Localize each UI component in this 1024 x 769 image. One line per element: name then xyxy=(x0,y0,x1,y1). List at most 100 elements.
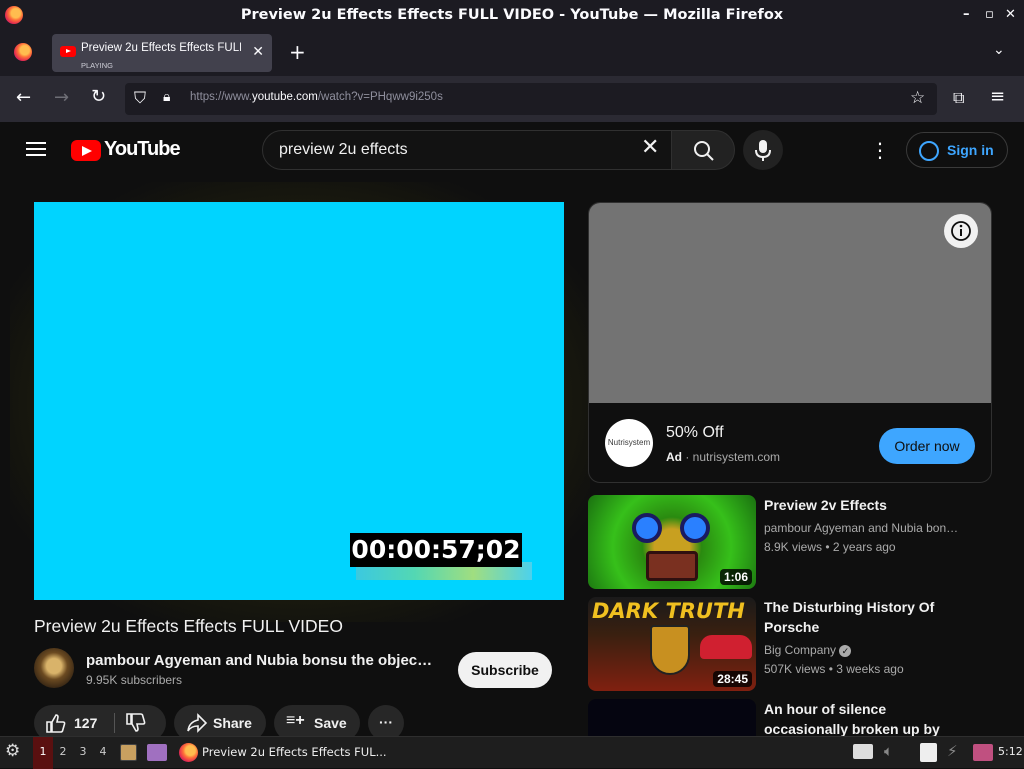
ad-sponsor-line: Ad · nutrisystem.com xyxy=(666,450,781,464)
more-horizontal-icon: ··· xyxy=(379,714,393,730)
video-meta: 8.9K views • 2 years ago xyxy=(764,540,896,554)
minimize-button[interactable]: – xyxy=(963,7,970,22)
youtube-favicon-icon xyxy=(60,46,76,57)
start-menu-icon[interactable]: ⚙ xyxy=(5,741,20,761)
video-title[interactable]: Preview 2v Effects xyxy=(764,495,974,515)
guide-menu-icon[interactable] xyxy=(26,142,46,156)
workspace-3[interactable]: 3 xyxy=(73,737,93,769)
list-tabs-chevron-icon[interactable]: ⌄ xyxy=(993,42,1005,58)
file-manager-icon[interactable] xyxy=(120,744,137,761)
video-title[interactable]: An hour of silence occasionally broken u… xyxy=(764,699,974,736)
clipboard-icon[interactable] xyxy=(920,743,937,762)
video-title[interactable]: The Disturbing History Of Porsche xyxy=(764,597,974,637)
order-now-button[interactable]: Order now xyxy=(879,428,975,464)
subscriber-count: 9.95K subscribers xyxy=(86,673,183,687)
recommended-video[interactable]: An hour of silence occasionally broken u… xyxy=(588,699,992,736)
share-icon xyxy=(187,713,208,733)
youtube-logo-text[interactable]: YouTube xyxy=(104,138,181,161)
terminal-icon[interactable] xyxy=(147,744,167,761)
tracking-shield-icon[interactable]: ⛉ xyxy=(134,88,146,108)
app-menu-icon[interactable]: ≡ xyxy=(990,86,1005,107)
tab-youtube[interactable]: Preview 2u Effects Effects FULL VIDEO - … xyxy=(52,34,272,72)
settings-more-icon[interactable]: ⋮ xyxy=(870,138,890,162)
video-player[interactable]: 00:00:57;02 xyxy=(34,202,564,600)
search-box[interactable]: preview 2u effects ✕ xyxy=(262,130,672,170)
like-count: 127 xyxy=(74,715,98,731)
desktop-taskbar: ⚙ 1 2 3 4 Preview 2u Effects Effects FUL… xyxy=(0,736,1024,769)
network-icon[interactable]: ⚡︎ xyxy=(947,742,958,760)
save-playlist-icon: ≡+ xyxy=(286,712,305,729)
recommended-video[interactable]: DARK TRUTH 28:45 The Disturbing History … xyxy=(588,597,992,691)
share-button[interactable]: Share xyxy=(174,705,266,736)
video-title: Preview 2u Effects Effects FULL VIDEO xyxy=(34,616,343,636)
save-button[interactable]: ≡+ Save xyxy=(274,705,360,736)
search-input[interactable]: preview 2u effects xyxy=(279,141,408,159)
extensions-icon[interactable]: ⧉ xyxy=(953,88,964,108)
microphone-icon xyxy=(755,140,771,161)
video-thumbnail[interactable]: 1:06 xyxy=(588,495,756,589)
ad-badge: Ad xyxy=(666,450,682,464)
ad-title[interactable]: 50% Off xyxy=(666,424,724,442)
video-duration: 28:45 xyxy=(713,671,752,687)
window-title: Preview 2u Effects Effects FULL VIDEO - … xyxy=(240,7,784,23)
screenshot-icon[interactable] xyxy=(973,744,993,761)
porsche-crest-icon xyxy=(650,625,690,675)
youtube-masthead: YouTube preview 2u effects ✕ ⋮ Sign in xyxy=(0,122,1024,178)
lock-icon[interactable]: 🔒︎ xyxy=(163,89,170,105)
navigation-toolbar: ← → ↻ ⛉ 🔒︎ https://www.youtube.com/watch… xyxy=(0,76,1024,122)
firefox-view-icon[interactable] xyxy=(14,43,32,61)
video-channel[interactable]: pambour Agyeman and Nubia bonsu the obje… xyxy=(764,521,964,535)
advertiser-logo[interactable]: Nutrisystem xyxy=(605,419,653,467)
car-icon xyxy=(700,635,752,659)
workspace-4[interactable]: 4 xyxy=(93,737,113,769)
youtube-logo-icon[interactable] xyxy=(71,140,101,161)
verified-icon: ✓ xyxy=(839,645,852,657)
back-button[interactable]: ← xyxy=(16,87,31,108)
bookmark-star-icon[interactable]: ☆ xyxy=(910,88,925,108)
volume-icon[interactable]: 🔈︎ xyxy=(884,742,893,760)
tab-strip: Preview 2u Effects Effects FULL VIDEO - … xyxy=(0,30,1024,76)
ad-info-button[interactable] xyxy=(944,214,978,248)
workspace-2[interactable]: 2 xyxy=(53,737,73,769)
url-text[interactable]: https://www.youtube.com/watch?v=PHqww9i2… xyxy=(190,91,443,103)
voice-search-button[interactable] xyxy=(743,130,783,170)
search-button[interactable] xyxy=(671,130,735,170)
maximize-button[interactable]: ▫ xyxy=(985,7,994,22)
tab-status: PLAYING xyxy=(81,61,113,70)
like-button[interactable]: 127 xyxy=(34,705,114,736)
more-actions-button[interactable]: ··· xyxy=(368,705,404,736)
channel-avatar[interactable] xyxy=(34,648,74,688)
video-meta: 507K views • 3 weeks ago xyxy=(764,662,904,676)
clear-search-icon[interactable]: ✕ xyxy=(641,135,659,160)
sign-in-button[interactable]: Sign in xyxy=(906,132,1008,168)
video-thumbnail[interactable] xyxy=(588,699,756,736)
share-label: Share xyxy=(213,715,252,731)
taskbar-firefox-window[interactable]: Preview 2u Effects Effects FUL... xyxy=(176,740,387,766)
channel-name[interactable]: pambour Agyeman and Nubia bonsu the obje… xyxy=(86,652,436,669)
taskbar-window-title: Preview 2u Effects Effects FUL... xyxy=(202,745,387,759)
firefox-icon xyxy=(5,6,23,24)
thumbnail-eyes xyxy=(632,513,712,543)
drive-icon[interactable] xyxy=(853,744,873,759)
ad-card[interactable]: Nutrisystem 50% Off Ad · nutrisystem.com… xyxy=(588,202,992,483)
firefox-icon xyxy=(179,743,198,762)
subscribe-button[interactable]: Subscribe xyxy=(458,652,552,688)
close-tab-icon[interactable]: ✕ xyxy=(252,44,264,60)
close-window-button[interactable]: ✕ xyxy=(1005,7,1016,22)
video-thumbnail[interactable]: DARK TRUTH 28:45 xyxy=(588,597,756,691)
forward-button[interactable]: → xyxy=(54,87,69,108)
like-dislike-group: 127 xyxy=(34,705,166,736)
url-bar[interactable]: ⛉ 🔒︎ https://www.youtube.com/watch?v=PHq… xyxy=(125,83,937,115)
like-divider xyxy=(114,713,115,733)
reload-button[interactable]: ↻ xyxy=(91,86,106,107)
dislike-button[interactable] xyxy=(124,712,146,736)
ad-image[interactable] xyxy=(589,203,991,403)
new-tab-button[interactable]: + xyxy=(289,40,306,64)
window-titlebar: Preview 2u Effects Effects FULL VIDEO - … xyxy=(0,0,1024,30)
tab-title: Preview 2u Effects Effects FULL VIDEO - … xyxy=(81,42,241,54)
video-channel[interactable]: Big Company ✓ xyxy=(764,643,964,657)
recommended-video[interactable]: 1:06 Preview 2v Effects pambour Agyeman … xyxy=(588,495,992,589)
thumbnail-mouth xyxy=(646,551,698,581)
workspace-1[interactable]: 1 xyxy=(33,737,53,769)
thumbs-down-icon xyxy=(126,713,146,732)
